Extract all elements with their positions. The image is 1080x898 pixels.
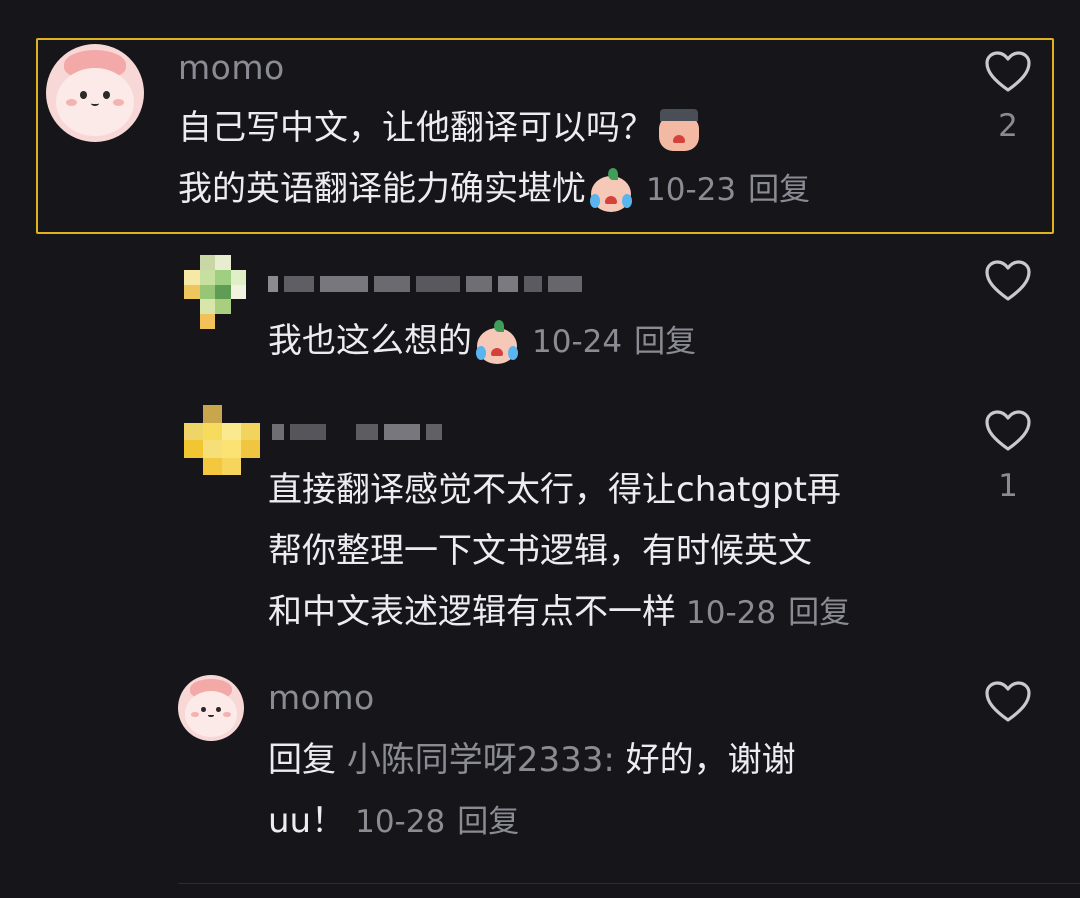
crying-emoji-icon [588, 167, 634, 214]
facepalm-emoji-icon [656, 107, 702, 153]
comment-line: 和中文表述逻辑有点不一样 [268, 592, 676, 632]
blurred-username[interactable] [268, 276, 582, 292]
like-heart-icon[interactable] [984, 50, 1032, 94]
divider [178, 883, 1080, 884]
comment-line: 我的英语翻译能力确实堪忧 [178, 169, 586, 209]
like-heart-icon[interactable] [984, 259, 1032, 303]
comment-thread: momo 自己写中文，让他翻译可以吗？ 我的英语翻译能力确实堪忧 10-23 回复 … [0, 0, 1080, 898]
reply-button[interactable]: 回复 [748, 172, 810, 208]
comment-line: 直接翻译感觉不太行，得让chatgpt再 [268, 470, 841, 510]
like-count: 1 [998, 468, 1018, 504]
comment-date: 10-23 [646, 172, 737, 208]
like-count: 2 [998, 108, 1018, 144]
comment-line: 自己写中文，让他翻译可以吗？ [178, 108, 654, 148]
comment-date: 10-28 [355, 804, 446, 840]
comment-line: 帮你整理一下文书逻辑，有时候英文 [268, 531, 812, 571]
comment-text: 回复 小陈同学呀2333: 好的，谢谢 uu！ 10-28 回复 [268, 730, 958, 853]
comment-username[interactable]: momo [178, 48, 285, 87]
reply-button[interactable]: 回复 [457, 804, 519, 840]
crying-emoji-icon [474, 319, 520, 366]
comment-username[interactable]: momo [268, 678, 375, 717]
avatar[interactable] [178, 675, 244, 741]
avatar[interactable] [46, 44, 144, 142]
reply-button[interactable]: 回复 [634, 324, 696, 360]
avatar[interactable] [184, 405, 260, 475]
avatar[interactable] [184, 255, 246, 329]
comment-line: uu！ [268, 801, 346, 841]
like-heart-icon[interactable] [984, 680, 1032, 724]
blurred-username[interactable] [272, 424, 442, 440]
comment-text: 自己写中文，让他翻译可以吗？ 我的英语翻译能力确实堪忧 10-23 回复 [178, 98, 958, 221]
comment-line: 好的，谢谢 [625, 740, 796, 780]
comment-text: 我也这么想的 10-24 回复 [268, 311, 958, 373]
comment-line: 我也这么想的 [268, 321, 472, 361]
like-heart-icon[interactable] [984, 409, 1032, 453]
mention-link[interactable]: 小陈同学呀2333: [347, 740, 615, 780]
comment-text: 直接翻译感觉不太行，得让chatgpt再 帮你整理一下文书逻辑，有时候英文 和中… [268, 460, 958, 644]
reply-button[interactable]: 回复 [788, 595, 850, 631]
reply-prefix: 回复 [268, 740, 336, 780]
comment-date: 10-28 [686, 595, 777, 631]
comment-date: 10-24 [532, 324, 623, 360]
